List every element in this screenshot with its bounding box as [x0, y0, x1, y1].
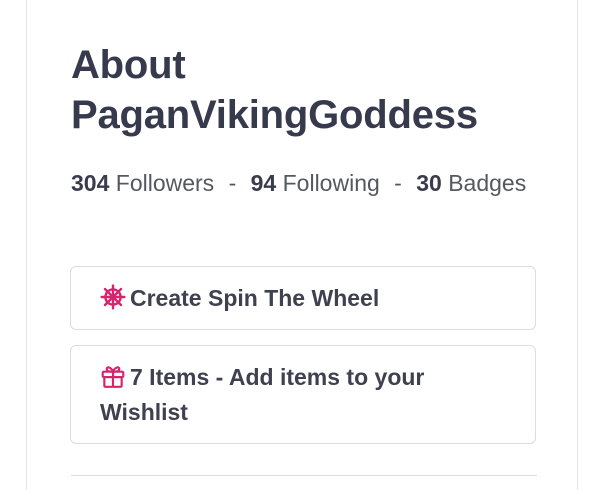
- following-count: 94: [250, 170, 277, 196]
- page-title: About PaganVikingGoddess: [71, 40, 478, 140]
- gift-icon: [101, 366, 125, 388]
- profile-stats: 304 Followers - 94 Following - 30 Badges: [71, 166, 541, 201]
- wishlist-label: 7 Items - Add items to your Wishlist: [100, 364, 425, 425]
- create-spin-wheel-button[interactable]: Create Spin The Wheel: [70, 266, 536, 330]
- badges-count: 30: [416, 170, 442, 196]
- section-divider: [71, 475, 537, 476]
- about-panel: About PaganVikingGoddess 304 Followers -…: [26, 0, 578, 490]
- page-title-username: PaganVikingGoddess: [71, 93, 478, 137]
- page-title-line1: About: [71, 43, 186, 87]
- followers-count: 304: [71, 170, 110, 196]
- wishlist-button[interactable]: 7 Items - Add items to your Wishlist: [70, 345, 536, 444]
- stats-separator: -: [228, 170, 237, 196]
- stats-separator: -: [394, 170, 402, 196]
- followers-label: Followers: [115, 170, 215, 196]
- create-spin-wheel-label: Create Spin The Wheel: [130, 285, 380, 311]
- wheel-icon: [100, 284, 126, 310]
- following-label: Following: [282, 170, 380, 196]
- badges-label: Badges: [448, 170, 527, 196]
